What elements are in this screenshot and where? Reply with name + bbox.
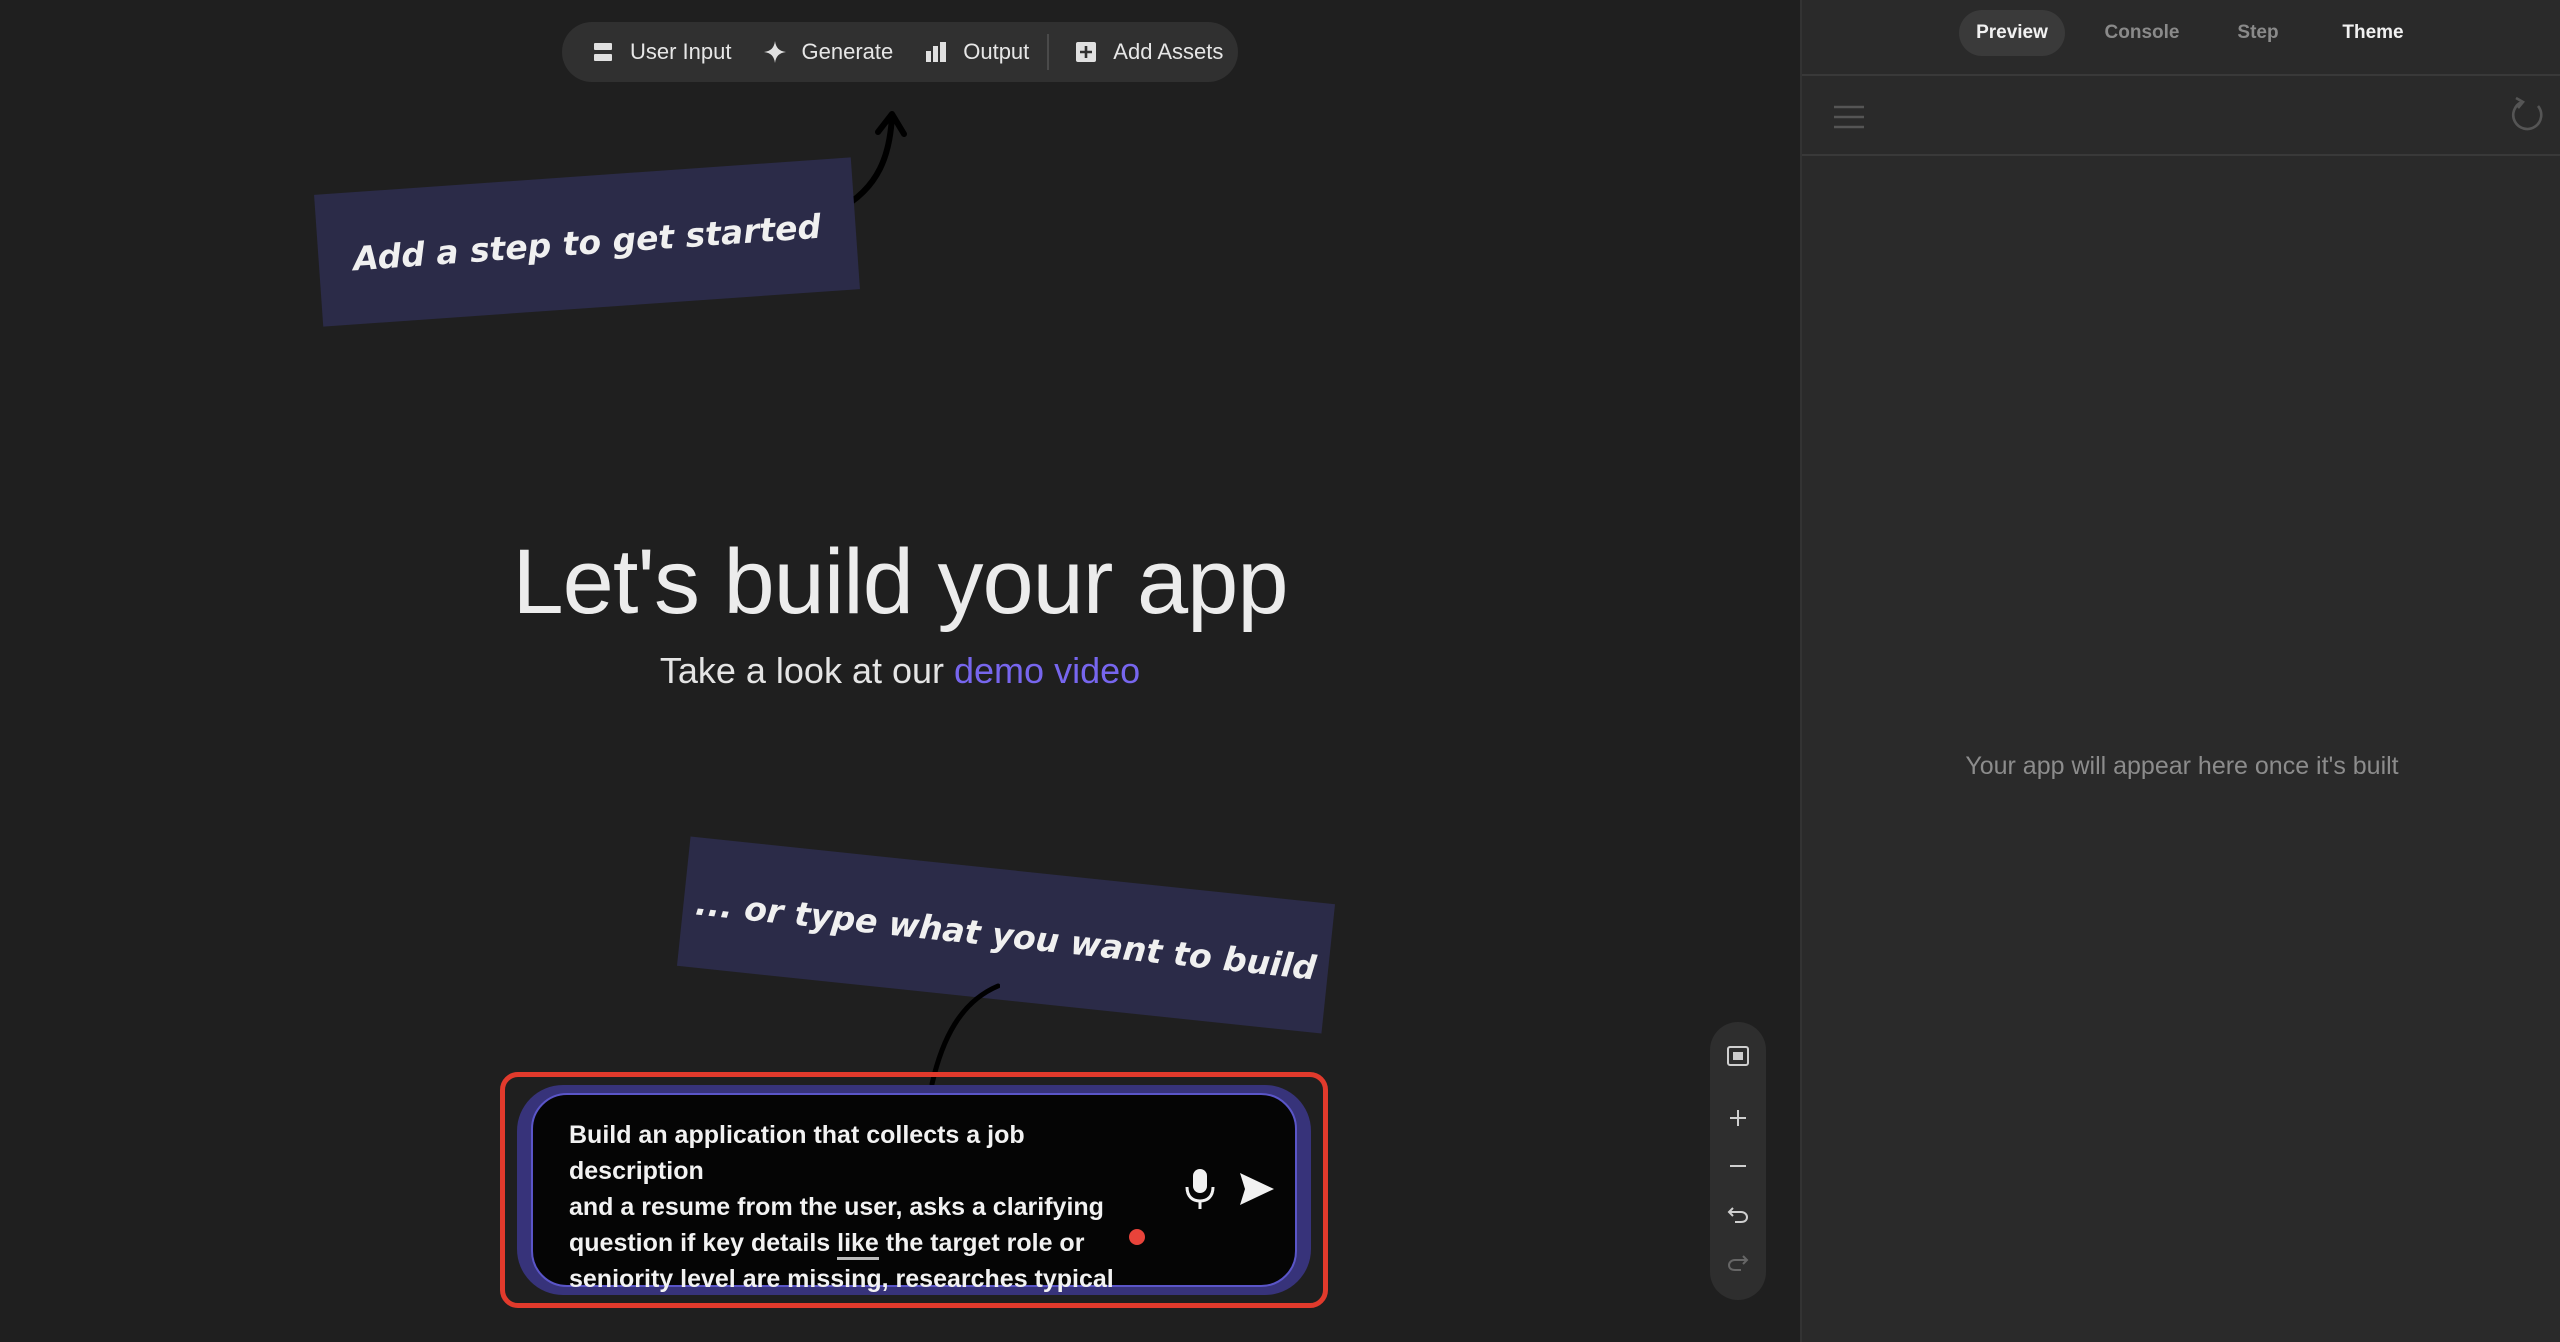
user-input-icon xyxy=(590,39,616,65)
user-input-label: User Input xyxy=(630,39,732,64)
preview-toolbar xyxy=(1802,76,2560,154)
add-assets-button[interactable]: Add Assets xyxy=(1073,22,1223,82)
microphone-icon[interactable] xyxy=(1183,1167,1217,1211)
prompt-line-part: question if key details xyxy=(569,1229,838,1257)
output-icon xyxy=(923,39,949,65)
panel-divider xyxy=(1802,154,2560,156)
panel-tabs: Preview Console Step Theme xyxy=(1802,0,2560,66)
preview-placeholder: Your app will appear here once it's buil… xyxy=(1965,752,2399,780)
zoom-controls xyxy=(1710,1022,1766,1300)
user-input-button[interactable]: User Input xyxy=(590,22,732,82)
add-assets-label: Add Assets xyxy=(1113,39,1224,64)
zoom-out-icon[interactable] xyxy=(1718,1146,1758,1186)
add-step-note: Add a step to get started xyxy=(314,157,860,327)
preview-panel: Preview Console Step Theme Your app will… xyxy=(1800,0,2560,1342)
send-icon[interactable] xyxy=(1237,1169,1277,1209)
canvas[interactable]: User Input Generate Output Add Assets Ad… xyxy=(0,0,1800,1342)
redo-icon[interactable] xyxy=(1718,1242,1758,1282)
type-hint-note: ... or type what you want to build xyxy=(676,836,1336,1034)
add-box-icon xyxy=(1073,39,1099,65)
demo-video-link[interactable]: demo video xyxy=(954,650,1140,691)
output-label: Output xyxy=(963,39,1030,64)
reload-icon[interactable] xyxy=(2508,96,2546,134)
zoom-in-icon[interactable] xyxy=(1718,1098,1758,1138)
prompt-line: and a resume from the user, asks a clari… xyxy=(569,1193,1104,1221)
prompt-line: seniority level are missing, researches … xyxy=(569,1265,1114,1293)
output-button[interactable]: Output xyxy=(923,22,1029,82)
prompt-line: question if key details like the target … xyxy=(569,1225,1149,1261)
undo-icon[interactable] xyxy=(1718,1194,1758,1234)
step-toolbar: User Input Generate Output Add Assets xyxy=(562,22,1238,82)
tab-console[interactable]: Console xyxy=(2092,10,2192,56)
prompt-line-part: the target role or xyxy=(878,1229,1085,1257)
page-title: Let's build your app xyxy=(512,531,1289,633)
spellcheck-word[interactable]: like xyxy=(837,1229,879,1260)
prompt-highlight-frame: Build an application that collects a job… xyxy=(500,1072,1328,1308)
prompt-text[interactable]: Build an application that collects a job… xyxy=(569,1117,1149,1297)
recording-indicator xyxy=(1129,1229,1145,1245)
tab-theme[interactable]: Theme xyxy=(2328,10,2418,56)
subtitle-prefix: Take a look at our xyxy=(659,650,955,691)
fit-to-screen-icon[interactable] xyxy=(1718,1036,1758,1076)
generate-label: Generate xyxy=(801,39,894,64)
tab-preview[interactable]: Preview xyxy=(1959,10,2065,56)
prompt-input[interactable]: Build an application that collects a job… xyxy=(531,1093,1297,1293)
tab-step[interactable]: Step xyxy=(2222,10,2294,56)
add-step-note-text: Add a step to get started xyxy=(351,206,823,278)
generate-button[interactable]: Generate xyxy=(762,22,894,82)
page-subtitle: Take a look at our demo video xyxy=(0,650,1800,692)
prompt-line: Build an application that collects a job… xyxy=(569,1121,1025,1185)
toolbar-divider xyxy=(1047,34,1050,70)
sparkle-icon xyxy=(762,39,788,65)
type-hint-note-text: ... or type what you want to build xyxy=(693,883,1319,987)
menu-icon[interactable] xyxy=(1832,104,1866,130)
